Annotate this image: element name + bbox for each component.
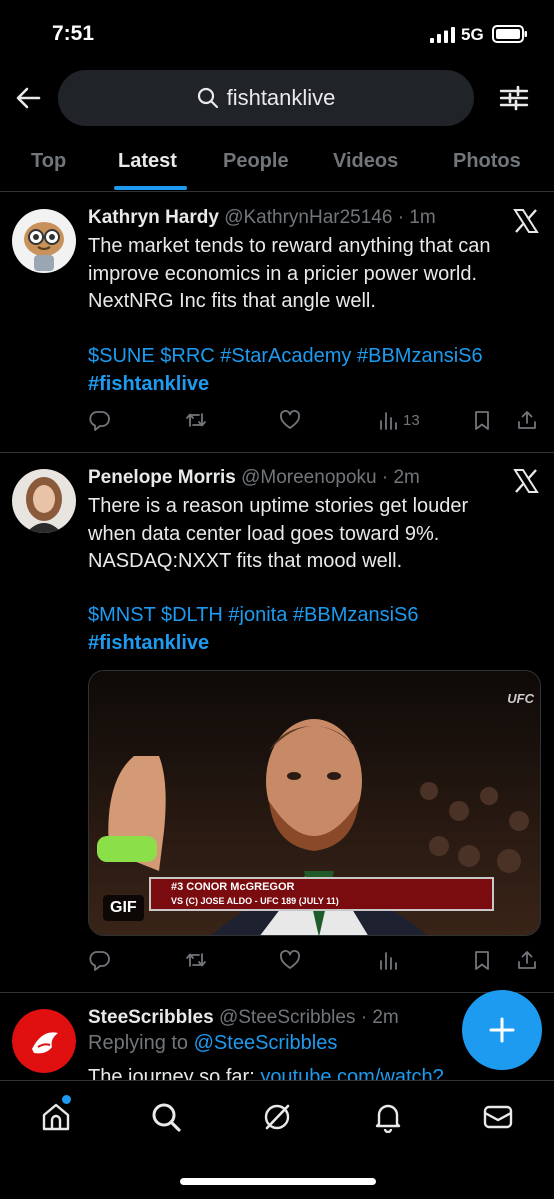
messages-icon[interactable]	[482, 1101, 514, 1133]
retweet-button[interactable]	[185, 409, 207, 431]
search-input[interactable]: fishtanklive	[58, 70, 474, 126]
avatar[interactable]	[12, 469, 76, 533]
caption-line-1: #3 CONOR McGREGOR	[171, 881, 295, 893]
tab-latest[interactable]: Latest	[118, 150, 177, 173]
tweet-tags[interactable]: $MNST $DLTH #jonita #BBMzansiS6 #fishtan…	[88, 602, 538, 657]
x-logo-icon	[513, 209, 539, 233]
filter-sliders-icon[interactable]	[498, 82, 530, 114]
share-icon	[518, 951, 536, 969]
bookmark-button[interactable]	[471, 949, 493, 971]
tweet-text-line: There is a reason uptime stories get lou…	[88, 495, 469, 517]
hashtag-fishtanklive[interactable]: #fishtanklive	[88, 371, 538, 399]
reply-icon	[89, 951, 110, 971]
like-icon	[280, 410, 300, 429]
share-icon	[518, 411, 536, 429]
tweet-text: The market tends to reward anything that…	[88, 233, 538, 316]
tweet-text-cut: The journey so far: youtube.com/watch?	[88, 1066, 538, 1080]
search-tabs: Top Latest People Videos Photos	[0, 132, 554, 192]
retweet-icon	[186, 953, 206, 967]
like-icon	[280, 950, 300, 969]
tweet-text: There is a reason uptime stories get lou…	[88, 493, 538, 576]
reply-icon	[89, 411, 110, 431]
share-button[interactable]	[516, 949, 538, 971]
replying-to-handle[interactable]: @SteeScribbles	[194, 1032, 338, 1054]
ufc-logo: UFC	[507, 691, 534, 706]
home-notification-dot	[62, 1095, 71, 1104]
video-lower-third: #3 CONOR McGREGOR VS (C) JOSE ALDO - UFC…	[149, 877, 494, 911]
tweet-text-line: improve economics in a pricier power wor…	[88, 262, 478, 285]
reply-button[interactable]	[88, 949, 110, 971]
tweet-tags[interactable]: $SUNE $RRC #StarAcademy #BBMzansiS6 #fis…	[88, 343, 538, 398]
tweet-text-line: The market tends to reward anything that…	[88, 235, 491, 257]
tweet-header: Kathryn Hardy @KathrynHar25146 · 1m	[88, 207, 436, 229]
author-meta: @SteeScribbles · 2m	[218, 1007, 399, 1028]
tweet-text-line: The journey so far:	[88, 1066, 261, 1080]
tab-top[interactable]: Top	[31, 150, 66, 173]
back-arrow-icon[interactable]	[14, 84, 42, 112]
tweet-actions	[88, 949, 540, 973]
gif-badge: GIF	[103, 895, 144, 921]
cashtags-hashtags[interactable]: $MNST $DLTH #jonita #BBMzansiS6	[88, 602, 538, 630]
share-button[interactable]	[516, 409, 538, 431]
views-button[interactable]: 13	[377, 409, 420, 431]
tweet-text-line: NextNRG Inc fits that angle well.	[88, 290, 376, 312]
bookmark-icon	[475, 411, 489, 430]
reply-button[interactable]	[88, 409, 110, 431]
tweet-actions: 13	[88, 409, 540, 433]
retweet-icon	[186, 413, 206, 427]
grok-icon[interactable]	[261, 1101, 293, 1133]
views-count: 13	[403, 411, 420, 429]
home-icon[interactable]	[40, 1101, 72, 1133]
avatar[interactable]	[12, 1009, 76, 1073]
tweet-header: SteeScribbles @SteeScribbles · 2m	[88, 1007, 399, 1029]
compose-button[interactable]	[462, 990, 542, 1070]
network-label: 5G	[461, 25, 484, 44]
tweet-media-gif[interactable]: UFC #3 CONOR McGREGOR VS (C) JOSE ALDO -…	[88, 670, 541, 936]
tweet-link[interactable]: youtube.com/watch?	[260, 1066, 443, 1080]
tweet-header: Penelope Morris @Moreenopoku · 2m	[88, 467, 420, 489]
signal-icon	[430, 27, 455, 43]
notifications-icon[interactable]	[372, 1101, 404, 1133]
explore-icon[interactable]	[150, 1101, 182, 1133]
search-icon	[197, 87, 218, 109]
retweet-button[interactable]	[185, 949, 207, 971]
avatar[interactable]	[12, 209, 76, 273]
views-button[interactable]	[377, 949, 399, 971]
author-meta: @KathrynHar25146 · 1m	[224, 207, 436, 228]
tab-photos[interactable]: Photos	[453, 150, 521, 173]
cashtags-hashtags[interactable]: $SUNE $RRC #StarAcademy #BBMzansiS6	[88, 343, 538, 371]
author-meta: @Moreenopoku · 2m	[241, 467, 420, 488]
replying-to: Replying to @SteeScribbles	[88, 1032, 337, 1055]
like-button[interactable]	[279, 409, 301, 431]
bookmark-button[interactable]	[471, 409, 493, 431]
tweet[interactable]: Kathryn Hardy @KathrynHar25146 · 1m The …	[0, 193, 554, 453]
bookmark-icon	[475, 951, 489, 970]
like-button[interactable]	[279, 949, 301, 971]
status-time: 7:51	[52, 22, 95, 45]
tab-videos[interactable]: Videos	[333, 150, 398, 173]
active-tab-indicator	[114, 186, 187, 190]
views-icon	[380, 952, 397, 970]
tweet-text-line: NASDAQ:NXXT fits that mood well.	[88, 550, 403, 572]
status-bar: 7:51 5G	[0, 0, 554, 70]
author-name[interactable]: Penelope Morris	[88, 467, 236, 488]
home-indicator	[180, 1178, 376, 1185]
views-icon	[380, 412, 397, 430]
caption-line-2: VS (C) JOSE ALDO - UFC 189 (JULY 11)	[171, 896, 339, 906]
compose-plus-icon	[489, 1017, 515, 1043]
hashtag-fishtanklive[interactable]: #fishtanklive	[88, 630, 538, 658]
search-query: fishtanklive	[226, 85, 336, 110]
author-name[interactable]: SteeScribbles	[88, 1007, 214, 1028]
author-name[interactable]: Kathryn Hardy	[88, 207, 219, 228]
tweet-text-line: when data center load goes toward 9%.	[88, 522, 440, 545]
x-logo-icon	[513, 469, 539, 493]
tab-people[interactable]: People	[223, 150, 289, 173]
replying-prefix: Replying to	[88, 1032, 194, 1054]
battery-icon	[492, 25, 527, 43]
